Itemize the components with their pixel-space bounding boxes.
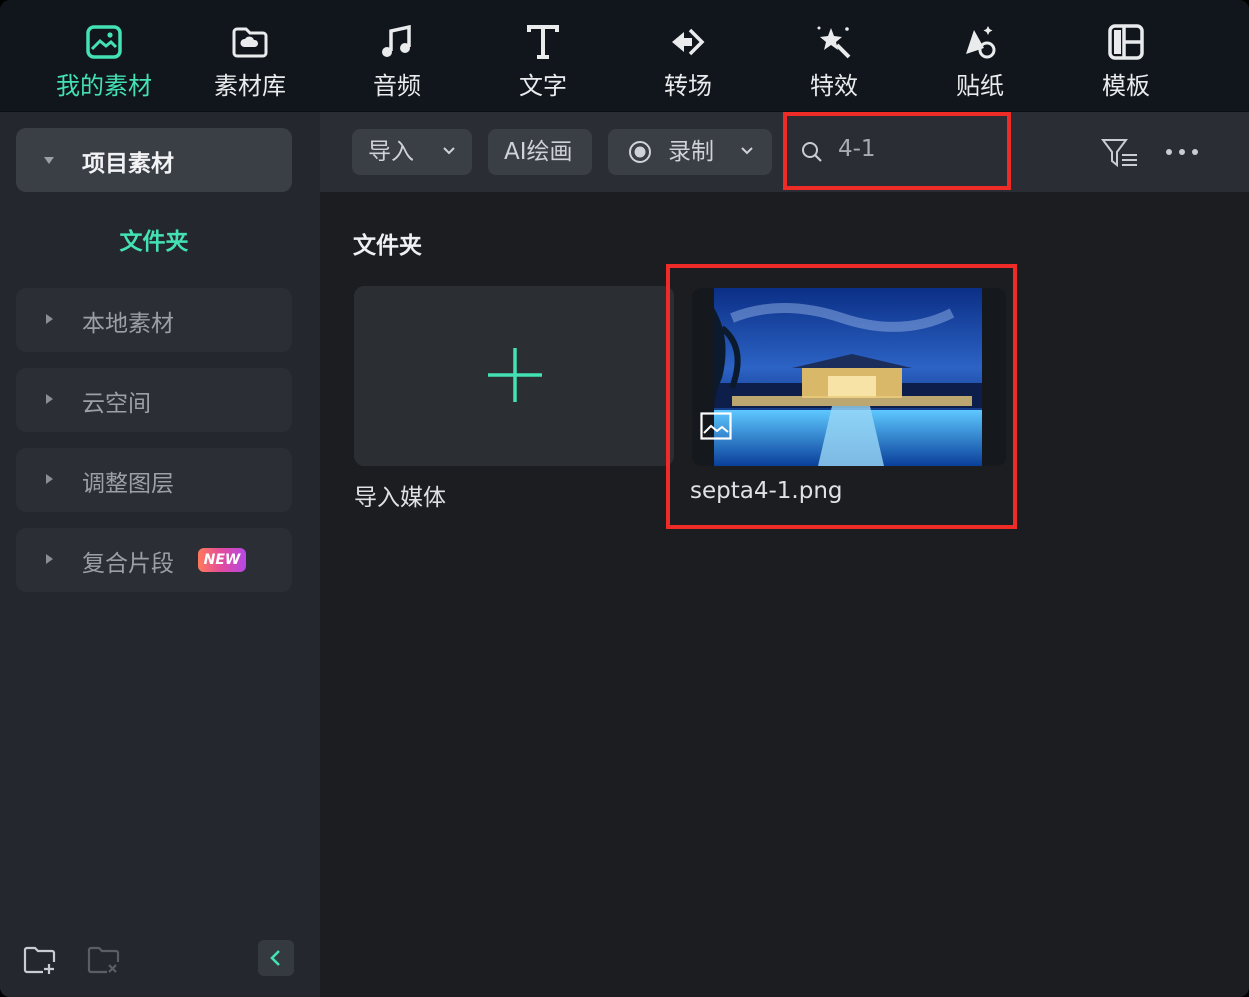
resort-pool-image — [692, 288, 1006, 466]
tab-effects-label: 特效 — [810, 72, 858, 100]
sidebar-item-compound-clip[interactable]: 复合片段 NEW — [16, 528, 292, 592]
tab-effects[interactable]: 特效 — [761, 0, 907, 111]
media-toolbar: 导入 AI绘画 录制 4-1 — [320, 112, 1249, 192]
music-note-icon — [382, 24, 411, 57]
collapse-sidebar-button[interactable] — [258, 940, 294, 976]
caret-right-icon — [46, 554, 53, 564]
tab-templates-label: 模板 — [1102, 72, 1150, 100]
import-media-label: 导入媒体 — [354, 485, 446, 511]
plus-icon — [488, 348, 542, 402]
tab-transition[interactable]: 转场 — [615, 0, 761, 111]
main-panel: 导入 AI绘画 录制 4-1 文件夹 导入媒体 septa4-1.png — [320, 112, 1249, 997]
sidebar-item-cloud-space[interactable]: 云空间 — [16, 368, 292, 432]
ai-paint-button-label: AI绘画 — [504, 139, 573, 165]
app-window: 我的素材 素材库 音频 文字 转场 特效 贴纸 模板 项目素材 文件夹 本地素材… — [0, 0, 1249, 997]
sidebar-item-label: 调整图层 — [82, 471, 174, 497]
tab-my-media-label: 我的素材 — [56, 72, 152, 100]
section-title: 文件夹 — [353, 233, 422, 259]
new-folder-icon[interactable] — [22, 942, 58, 978]
caret-down-icon — [44, 157, 54, 164]
import-media-card[interactable] — [354, 286, 674, 466]
sidebar-item-project-media[interactable]: 项目素材 — [16, 128, 292, 192]
sidebar-item-label: 复合片段 — [82, 551, 174, 577]
search-input[interactable]: 4-1 — [786, 116, 1008, 186]
text-t-icon — [527, 25, 559, 59]
search-icon — [802, 142, 822, 162]
tab-library[interactable]: 素材库 — [177, 0, 323, 111]
filter-icon[interactable] — [1100, 136, 1140, 170]
ai-paint-button[interactable]: AI绘画 — [488, 129, 592, 175]
sidebar-folder-link[interactable]: 文件夹 — [16, 222, 292, 256]
caret-right-icon — [46, 394, 53, 404]
tab-library-label: 素材库 — [214, 72, 286, 100]
new-badge: NEW — [198, 548, 246, 572]
more-options-icon[interactable] — [1164, 142, 1200, 162]
tab-stickers[interactable]: 贴纸 — [907, 0, 1053, 111]
sidebar-item-label: 本地素材 — [82, 311, 174, 337]
sidebar-item-adjustment-layer[interactable]: 调整图层 — [16, 448, 292, 512]
media-item-name: septa4-1.png — [690, 478, 843, 504]
tab-text[interactable]: 文字 — [470, 0, 616, 111]
import-button-label: 导入 — [368, 139, 414, 165]
sidebar-item-label: 云空间 — [82, 391, 151, 417]
import-button[interactable]: 导入 — [352, 129, 472, 175]
sidebar-item-label: 项目素材 — [82, 151, 174, 177]
media-icon — [86, 25, 122, 59]
tab-my-media[interactable]: 我的素材 — [31, 0, 177, 111]
caret-right-icon — [46, 474, 53, 484]
tab-templates[interactable]: 模板 — [1053, 0, 1199, 111]
caret-right-icon — [46, 314, 53, 324]
sidebar-item-local-media[interactable]: 本地素材 — [16, 288, 292, 352]
template-icon — [1108, 24, 1144, 60]
tab-audio[interactable]: 音频 — [324, 0, 470, 111]
record-button-label: 录制 — [668, 139, 714, 165]
top-toolbar: 我的素材 素材库 音频 文字 转场 特效 贴纸 模板 — [0, 0, 1249, 112]
image-type-icon — [700, 412, 732, 440]
media-thumbnail[interactable] — [692, 288, 1006, 466]
tab-text-label: 文字 — [519, 72, 567, 100]
chevron-left-icon — [270, 950, 280, 966]
record-icon — [629, 141, 651, 163]
search-value: 4-1 — [838, 136, 876, 162]
tab-transition-label: 转场 — [664, 72, 712, 100]
record-button[interactable]: 录制 — [608, 129, 772, 175]
magic-wand-icon — [817, 26, 851, 59]
chevron-down-icon — [443, 147, 455, 155]
sticker-icon — [966, 26, 996, 59]
delete-folder-icon[interactable] — [86, 942, 122, 978]
sidebar: 项目素材 文件夹 本地素材 云空间 调整图层 复合片段 NEW — [0, 112, 320, 997]
tab-audio-label: 音频 — [373, 72, 421, 100]
cloud-folder-icon — [232, 27, 268, 58]
tab-stickers-label: 贴纸 — [956, 72, 1004, 100]
transition-icon — [672, 28, 705, 56]
chevron-down-icon — [741, 147, 753, 155]
